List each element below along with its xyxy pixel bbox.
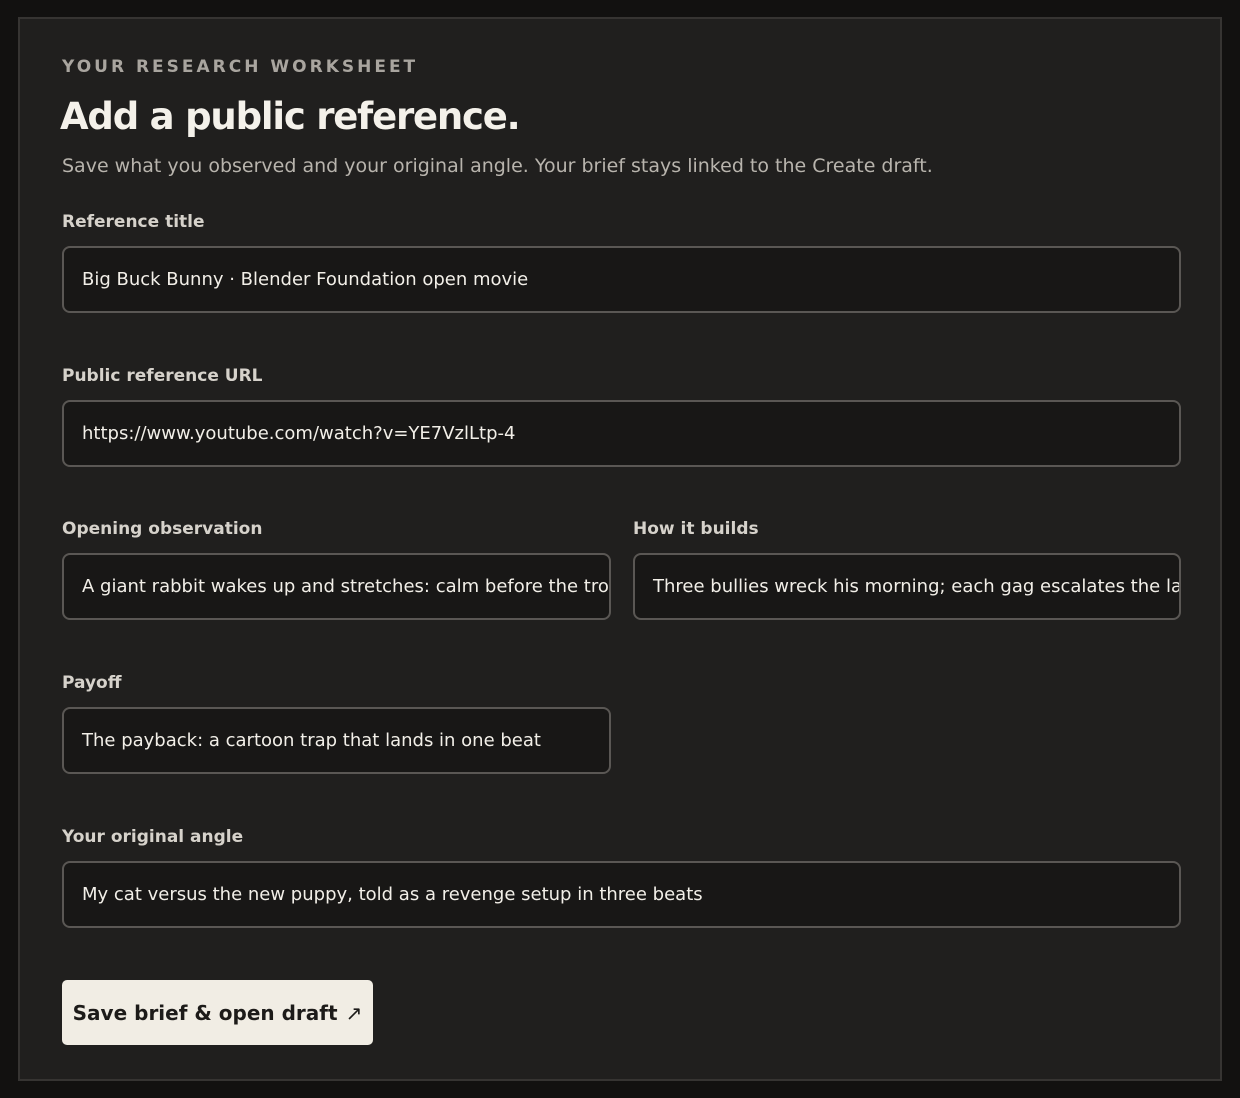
- research-worksheet-panel: YOUR RESEARCH WORKSHEET Add a public ref…: [18, 17, 1222, 1081]
- opening-observation-label: Opening observation: [62, 519, 263, 539]
- reference-title-input[interactable]: Big Buck Bunny · Blender Foundation open…: [62, 246, 1181, 313]
- arrow-up-right-icon: ↗: [345, 1000, 363, 1025]
- save-brief-button[interactable]: Save brief & open draft ↗: [62, 980, 373, 1045]
- opening-observation-input[interactable]: A giant rabbit wakes up and stretches: c…: [62, 553, 611, 620]
- how-it-builds-input[interactable]: Three bullies wreck his morning; each ga…: [633, 553, 1181, 620]
- reference-url-label: Public reference URL: [62, 366, 263, 386]
- original-angle-input[interactable]: My cat versus the new puppy, told as a r…: [62, 861, 1181, 928]
- how-it-builds-label: How it builds: [633, 519, 759, 539]
- save-brief-button-label: Save brief & open draft: [72, 1000, 338, 1025]
- reference-title-label: Reference title: [62, 212, 205, 232]
- page-title: Add a public reference.: [60, 95, 521, 138]
- page-subtitle: Save what you observed and your original…: [62, 155, 933, 177]
- original-angle-label: Your original angle: [62, 827, 244, 847]
- payoff-label: Payoff: [62, 673, 122, 693]
- payoff-input[interactable]: The payback: a cartoon trap that lands i…: [62, 707, 611, 774]
- worksheet-eyebrow: YOUR RESEARCH WORKSHEET: [62, 57, 419, 77]
- reference-url-input[interactable]: https://www.youtube.com/watch?v=YE7VzlLt…: [62, 400, 1181, 467]
